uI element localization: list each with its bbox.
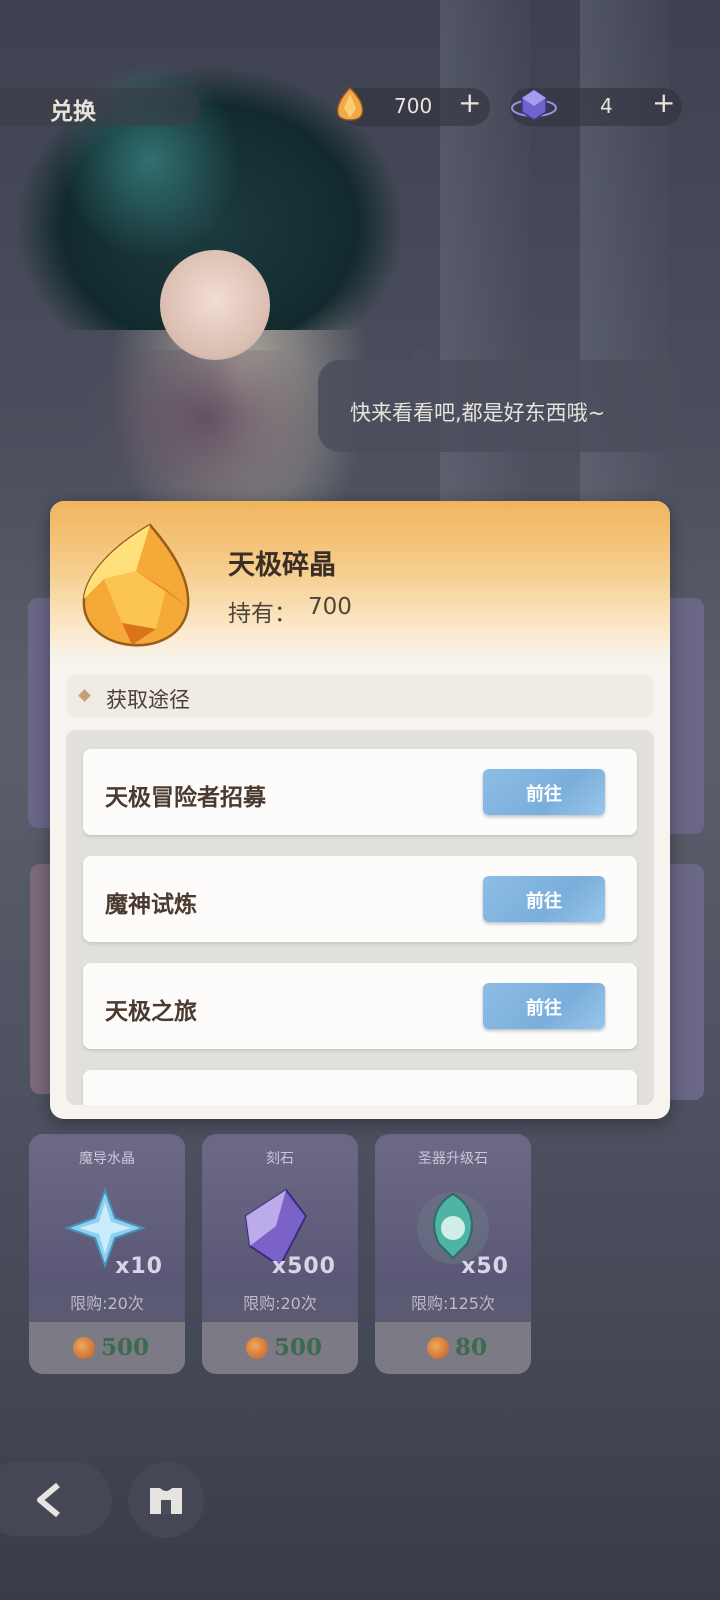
npc-speech-text: 快来看看吧,都是好东西哦~ bbox=[350, 401, 606, 425]
item-source-modal: 天极碎晶 持有： 700 获取途径 天极冒险者招募 前往 魔神试炼 前往 天极之… bbox=[50, 501, 670, 1119]
item-held-label: 持有： bbox=[228, 601, 297, 627]
fire-crystal-icon bbox=[82, 523, 190, 647]
title-pill bbox=[0, 88, 200, 126]
purple-cube-icon bbox=[511, 89, 557, 121]
shop-item-card[interactable]: 圣器升级石 x50 限购:125次 80 bbox=[375, 1134, 531, 1374]
list-item: 天极之旅 前往 bbox=[83, 963, 637, 1049]
shop-item-limit: 限购:20次 bbox=[70, 1294, 144, 1313]
currency-crystal-add-button[interactable]: + bbox=[458, 86, 481, 119]
npc-face bbox=[160, 250, 270, 360]
source-label: 魔神试炼 bbox=[105, 892, 197, 918]
go-button[interactable]: 前往 bbox=[483, 983, 605, 1029]
section-title: 获取途径 bbox=[106, 688, 190, 712]
source-list[interactable]: 天极冒险者招募 前往 魔神试炼 前往 天极之旅 前往 bbox=[66, 730, 654, 1105]
shop-item-price-bar[interactable]: 500 bbox=[29, 1322, 185, 1374]
go-button[interactable]: 前往 bbox=[483, 876, 605, 922]
fire-crystal-icon bbox=[336, 86, 364, 121]
go-button-label: 前往 bbox=[526, 998, 562, 1019]
item-name: 天极碎晶 bbox=[228, 550, 336, 581]
shop-item-quantity: x500 bbox=[271, 1254, 336, 1279]
fire-crystal-icon bbox=[246, 1337, 268, 1359]
go-button-label: 前往 bbox=[526, 891, 562, 912]
list-item-partial bbox=[83, 1070, 637, 1105]
item-held-value: 700 bbox=[308, 594, 352, 620]
shop-item-limit: 限购:20次 bbox=[243, 1294, 317, 1313]
shop-item-name: 刻石 bbox=[266, 1151, 294, 1167]
back-button[interactable] bbox=[0, 1462, 112, 1536]
shop-item-quantity: x10 bbox=[115, 1254, 163, 1279]
source-label: 天极之旅 bbox=[105, 999, 197, 1025]
npc-dress bbox=[90, 350, 320, 520]
shop-item-price: 80 bbox=[455, 1334, 488, 1361]
list-item: 魔神试炼 前往 bbox=[83, 856, 637, 942]
home-icon bbox=[150, 1488, 182, 1514]
list-item: 天极冒险者招募 前往 bbox=[83, 749, 637, 835]
shop-item-price-bar[interactable]: 80 bbox=[375, 1322, 531, 1374]
shop-item-name: 圣器升级石 bbox=[418, 1151, 488, 1167]
home-button[interactable] bbox=[128, 1462, 204, 1538]
shop-item-price: 500 bbox=[274, 1334, 323, 1361]
shop-item-quantity: x50 bbox=[461, 1254, 509, 1279]
shop-item-card[interactable]: 刻石 x500 限购:20次 500 bbox=[202, 1134, 358, 1374]
shop-item-limit: 限购:125次 bbox=[411, 1294, 495, 1313]
fire-crystal-icon bbox=[427, 1337, 449, 1359]
source-label: 天极冒险者招募 bbox=[105, 785, 266, 811]
shop-item-price: 500 bbox=[101, 1334, 150, 1361]
currency-cube-value: 4 bbox=[600, 94, 613, 118]
chevron-left-icon bbox=[37, 1482, 60, 1518]
top-bar: 兑换 700 + 4 + bbox=[0, 80, 720, 130]
diamond-bullet-icon bbox=[78, 689, 91, 702]
section-header: 获取途径 bbox=[66, 675, 654, 717]
currency-crystal-value: 700 bbox=[394, 94, 433, 118]
go-button-label: 前往 bbox=[526, 784, 562, 805]
go-button[interactable]: 前往 bbox=[483, 769, 605, 815]
shop-item-price-bar[interactable]: 500 bbox=[202, 1322, 358, 1374]
fire-crystal-icon bbox=[73, 1337, 95, 1359]
shop-item-name: 魔导水晶 bbox=[79, 1151, 135, 1167]
shop-item-card[interactable]: 魔导水晶 x10 限购:20次 500 bbox=[29, 1134, 185, 1374]
page-title: 兑换 bbox=[50, 99, 96, 125]
currency-cube-add-button[interactable]: + bbox=[652, 86, 675, 119]
